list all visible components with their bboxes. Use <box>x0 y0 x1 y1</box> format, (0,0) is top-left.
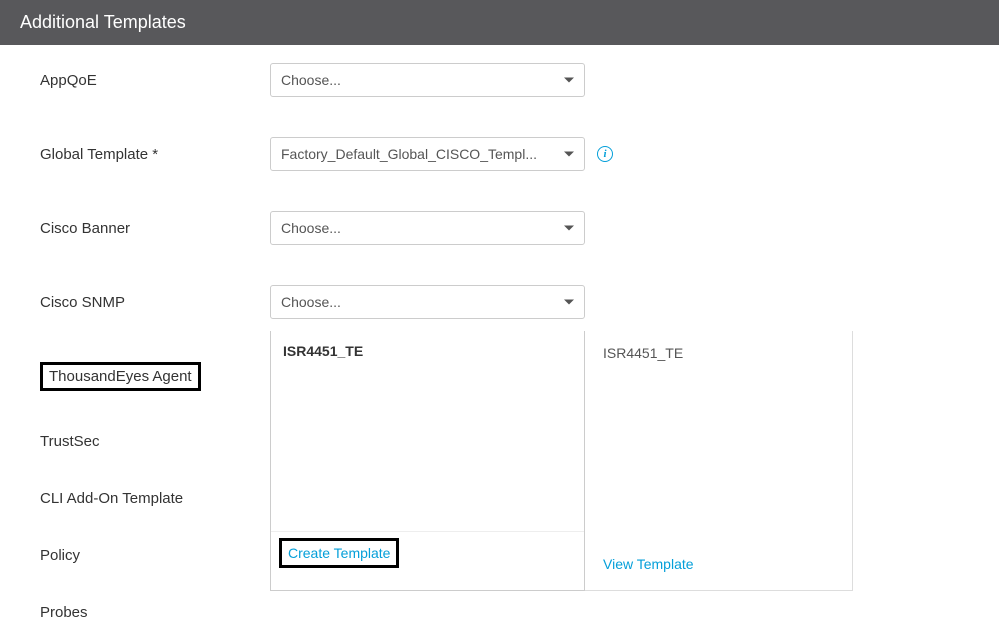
dropdown-cisco-banner[interactable]: Choose... <box>270 211 585 245</box>
dropdown-appqoe-value: Choose... <box>281 72 341 88</box>
row-cisco-snmp: Cisco SNMP Choose... <box>40 285 959 319</box>
dropdown-cisco-snmp-value: Choose... <box>281 294 341 310</box>
dropdown-global-template-value: Factory_Default_Global_CISCO_Templ... <box>281 146 537 162</box>
dropdown-cisco-snmp[interactable]: Choose... <box>270 285 585 319</box>
label-thousandeyes: ThousandEyes Agent <box>40 362 201 391</box>
label-policy: Policy <box>40 547 270 564</box>
preview-title: ISR4451_TE <box>603 345 834 361</box>
dropdown-footer: Create Template <box>271 531 584 574</box>
dropdown-option-isr4451[interactable]: ISR4451_TE <box>271 335 584 367</box>
label-thousandeyes-wrap: ThousandEyes Agent <box>40 362 270 391</box>
create-template-link[interactable]: Create Template <box>286 543 392 563</box>
dropdown-list[interactable]: ISR4451_TE <box>271 331 584 531</box>
chevron-down-icon <box>564 78 574 83</box>
chevron-down-icon <box>564 300 574 305</box>
row-cisco-banner: Cisco Banner Choose... <box>40 211 959 245</box>
label-cli-addon: CLI Add-On Template <box>40 490 270 507</box>
section-header: Additional Templates <box>0 0 999 45</box>
create-template-highlight: Create Template <box>279 538 399 568</box>
info-icon[interactable]: i <box>597 146 613 162</box>
label-trustsec: TrustSec <box>40 433 270 450</box>
row-appqoe: AppQoE Choose... <box>40 63 959 97</box>
section-title: Additional Templates <box>20 12 186 32</box>
dropdown-thousandeyes-open: ISR4451_TE Create Template ISR4451_TE Vi… <box>270 331 853 591</box>
dropdown-global-template[interactable]: Factory_Default_Global_CISCO_Templ... <box>270 137 585 171</box>
row-probes: Probes <box>40 604 959 621</box>
row-global-template: Global Template * Factory_Default_Global… <box>40 137 959 171</box>
chevron-down-icon <box>564 152 574 157</box>
dropdown-list-panel: ISR4451_TE Create Template <box>270 331 585 591</box>
label-cisco-snmp: Cisco SNMP <box>40 294 270 311</box>
view-template-link[interactable]: View Template <box>603 556 694 572</box>
label-cisco-banner: Cisco Banner <box>40 220 270 237</box>
form-content: AppQoE Choose... Global Template * Facto… <box>0 45 999 621</box>
dropdown-appqoe[interactable]: Choose... <box>270 63 585 97</box>
dropdown-cisco-banner-value: Choose... <box>281 220 341 236</box>
template-preview-panel: ISR4451_TE View Template <box>585 331 853 591</box>
label-appqoe: AppQoE <box>40 72 270 89</box>
label-probes: Probes <box>40 604 270 621</box>
label-global-template: Global Template * <box>40 146 270 163</box>
chevron-down-icon <box>564 226 574 231</box>
